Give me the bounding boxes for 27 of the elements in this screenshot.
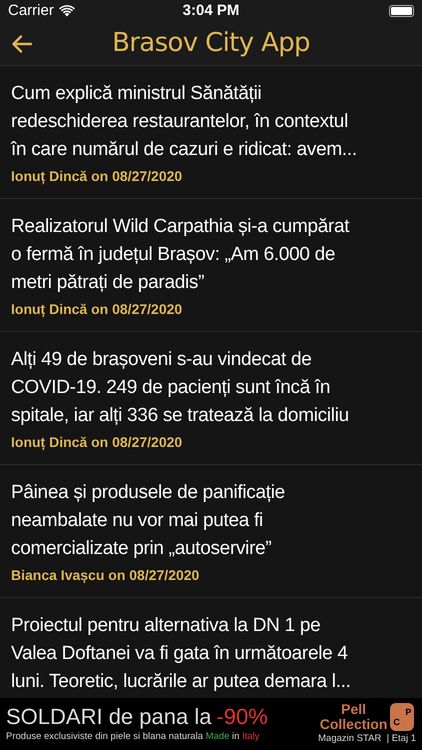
ad-tagline: Produse exclusiviste din piele si blana naturala Made in Italy <box>6 730 261 744</box>
article-row[interactable]: Realizatorul Wild Carpathia și-a cumpărat o fermă în județul Brașov: „Am 6.000 de metri pătrați de paradis” Ionuț Dincă on 08/27/2020 <box>0 199 422 332</box>
wifi-icon <box>58 5 75 17</box>
article-row[interactable]: Pâinea și produsele de panificație neambalate nu vor mai putea fi comercializate prin „autoservire” Bianca Ivașcu on 08/27/2020 <box>0 465 422 598</box>
clock: 3:04 PM <box>182 0 240 21</box>
article-byline: Ionuț Dincă on 08/27/2020 <box>11 167 184 186</box>
article-row[interactable]: Cum explică ministrul Sănătății redeschiderea restaurantelor, în contextul în care numărul de cazuri e ridicat: avem... Ionuț Dincă on 08/27/2020 <box>0 66 422 199</box>
ad-banner[interactable]: SOLDARI de pana la -90% Produse exclusiviste din piele si blana naturala Made in Italy Pell Collection P C Magazin STAR | Etaj 1 <box>0 698 422 750</box>
brand-name: Pell <box>341 702 366 717</box>
article-byline: Ionuț Dincă on 08/27/2020 <box>11 300 184 319</box>
app-title: Brasov City App <box>111 27 311 60</box>
ad-headline: SOLDARI de pana la <box>6 704 212 730</box>
article-title: Cum explică ministrul Sănătății redeschiderea restaurantelor, în contextul în care numărul de cazuri e ridicat: avem... <box>11 82 358 162</box>
article-title: Pâinea și produsele de panificație neambalate nu vor mai putea fi comercializate prin „autoservire” <box>11 481 286 561</box>
article-row[interactable]: Alți 49 de brașoveni s-au vindecat de COVID-19. 249 de pacienți sunt încă în spitale, iar alți 336 se tratează la domiciliu Ionuț Dincă on 08/27/2020 <box>0 332 422 465</box>
logo-letter: P <box>405 706 412 717</box>
carrier-label: Carrier <box>8 0 54 21</box>
article-byline: Bianca Ivașcu on 08/27/2020 <box>11 566 200 585</box>
article-title: Proiectul pentru alternativa la DN 1 pe Valea Doftanei va fi gata în următoarele 4 luni. Teoretic, lucrările ar putea demara l... <box>11 614 352 694</box>
brand-name: Collection <box>320 716 388 732</box>
store-location: Magazin STAR | Etaj 1 <box>318 732 416 746</box>
article-title: Realizatorul Wild Carpathia și-a cumpărat o fermă în județul Brașov: „Am 6.000 de metri pătrați de paradis” <box>11 215 350 295</box>
article-byline: Ionuț Dincă on 08/27/2020 <box>11 433 184 452</box>
logo-letter: C <box>393 716 400 727</box>
article-title: Alți 49 de brașoveni s-au vindecat de COVID-19. 249 de pacienți sunt încă în spitale, iar alți 336 se tratează la domiciliu <box>11 348 350 428</box>
battery-icon <box>389 5 414 17</box>
ad-discount: -90% <box>216 704 268 730</box>
